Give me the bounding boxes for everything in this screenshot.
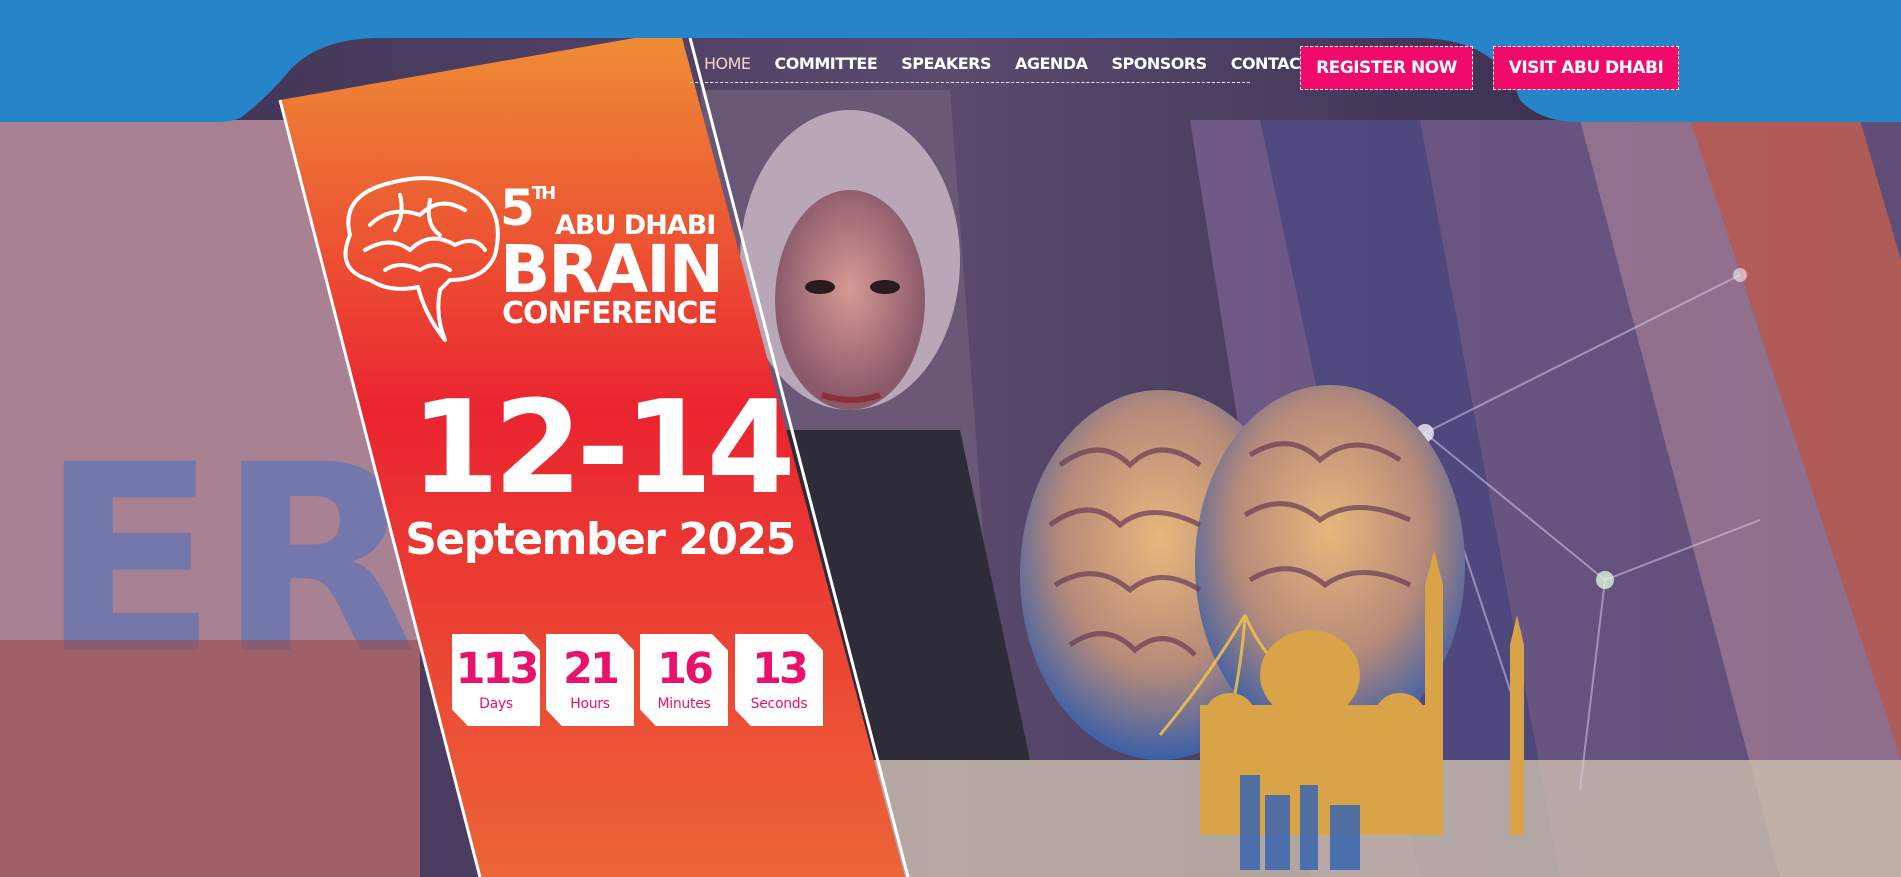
countdown-seconds: 13 Seconds	[735, 634, 823, 726]
countdown-hours: 21 Hours	[546, 634, 634, 726]
nav-item-committee[interactable]: COMMITTEE	[775, 54, 878, 73]
logo-edition: 5TH	[500, 179, 556, 237]
nav-item-agenda[interactable]: AGENDA	[1015, 54, 1088, 73]
nav-item-contact[interactable]: CONTACT	[1231, 54, 1311, 73]
countdown-label: Seconds	[750, 696, 808, 712]
nav-item-sponsors[interactable]: SPONSORS	[1111, 54, 1207, 73]
countdown-minutes: 16 Minutes	[640, 634, 728, 726]
nav-item-home[interactable]: HOME	[704, 54, 751, 73]
hero-background: ERE	[0, 0, 1901, 877]
countdown-label: Minutes	[657, 696, 711, 712]
countdown-value: 21	[563, 644, 620, 694]
countdown-value: 16	[657, 644, 714, 694]
countdown-value: 113	[455, 644, 540, 694]
event-dates: 12-14	[410, 374, 795, 523]
event-month-year: September 2025	[405, 514, 796, 565]
brain-mosque-illustration-icon	[1020, 385, 1524, 870]
countdown-value: 13	[752, 644, 809, 694]
register-now-button[interactable]: REGISTER NOW	[1300, 46, 1473, 90]
countdown-days: 113 Days	[452, 634, 540, 726]
visit-abu-dhabi-button[interactable]: VISIT ABU DHABI	[1493, 46, 1679, 90]
logo-brand: BRAIN	[500, 231, 724, 308]
countdown-label: Days	[479, 696, 513, 712]
countdown-label: Hours	[570, 696, 610, 712]
nav-item-speakers[interactable]: SPEAKERS	[901, 54, 991, 73]
main-nav: HOME COMMITTEE SPEAKERS AGENDA SPONSORS …	[690, 44, 1311, 83]
logo-subtitle: CONFERENCE	[502, 296, 718, 331]
